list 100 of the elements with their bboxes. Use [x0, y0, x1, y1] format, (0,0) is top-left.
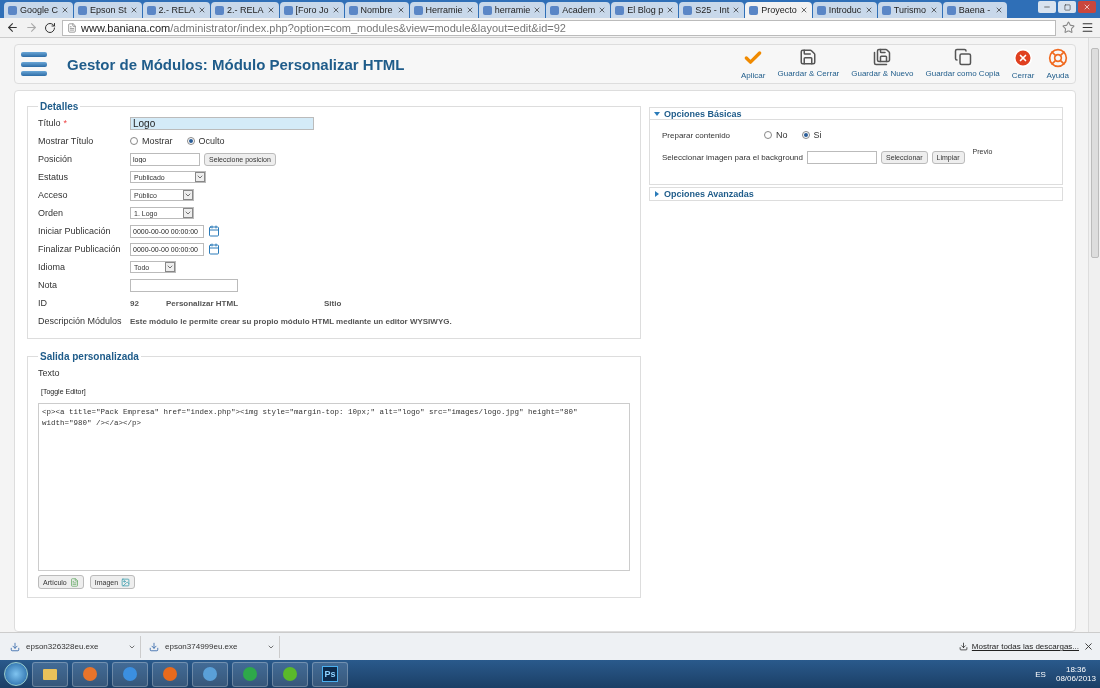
text-field[interactable] [130, 278, 238, 292]
taskbar-app-button[interactable] [192, 661, 228, 687]
app-icon [82, 666, 98, 682]
app-icon [122, 666, 138, 682]
menu-icon[interactable] [1081, 21, 1094, 34]
taskbar-app-button[interactable] [32, 661, 68, 687]
field-label: Seleccionar imagen para el background [662, 152, 803, 162]
close-button[interactable] [1078, 1, 1096, 13]
show-all-downloads-link[interactable]: Mostrar todas las descargas... [958, 642, 1079, 651]
toolbar-button[interactable]: Ayuda [1046, 48, 1069, 80]
close-icon[interactable] [598, 6, 607, 14]
page-icon [348, 5, 358, 15]
close-icon [1083, 3, 1091, 11]
star-icon[interactable] [1062, 21, 1075, 34]
triangle-icon [654, 110, 660, 117]
taskbar-app-button[interactable]: Ps [312, 661, 348, 687]
field-label: Iniciar Publicación [38, 226, 112, 236]
save-icon [873, 48, 892, 66]
browser-tab[interactable]: S25 - Int [679, 2, 745, 18]
app-icon [242, 666, 258, 682]
field-label: Idioma [38, 262, 66, 272]
calendar-icon[interactable] [208, 225, 220, 237]
close-icon[interactable] [994, 6, 1003, 14]
browser-tab[interactable]: Baena - [942, 2, 1007, 18]
browser-tab[interactable]: 2.- RELA [211, 2, 279, 18]
close-icon[interactable] [864, 6, 873, 14]
folder-icon [42, 666, 58, 682]
clock[interactable]: 18:36 08/06/2013 [1055, 665, 1096, 683]
maximize-button[interactable] [1058, 1, 1076, 13]
info-text: 92 [130, 298, 140, 308]
browser-tab[interactable]: Herramie [409, 2, 478, 18]
browser-tab[interactable]: Nombre [344, 2, 409, 18]
field-label: Mostrar Título [38, 136, 95, 146]
download-item[interactable]: epson374999eu.exe [145, 635, 280, 658]
radio-option[interactable]: Si [801, 130, 822, 140]
radio-button[interactable] [764, 131, 772, 139]
calendar-icon[interactable] [208, 243, 220, 255]
close-icon[interactable] [266, 6, 275, 14]
browser-tab[interactable]: Proyecto [745, 2, 812, 18]
browser-tab[interactable]: Academ [546, 2, 611, 18]
required-mark: * [63, 118, 68, 128]
field-label: Nota [38, 280, 58, 290]
taskbar-app-button[interactable] [272, 661, 308, 687]
taskbar-app-button[interactable] [232, 661, 268, 687]
fieldset-legend: Salida personalizada [38, 351, 141, 362]
taskbar-app-button[interactable] [112, 661, 148, 687]
close-icon[interactable] [465, 6, 474, 14]
field-label: Finalizar Publicación [38, 244, 122, 254]
close-icon[interactable] [198, 6, 207, 14]
close-icon[interactable] [1083, 641, 1094, 652]
page-icon [8, 5, 17, 15]
reload-icon[interactable] [44, 21, 56, 34]
radio-button[interactable] [130, 137, 138, 145]
field-label: Estatus [38, 172, 69, 182]
back-icon[interactable] [6, 21, 19, 34]
toolbar-button[interactable]: Guardar como Copia [925, 48, 1000, 80]
radio-option[interactable]: Oculto [186, 136, 225, 146]
close-icon[interactable] [396, 6, 405, 14]
toolbar-button[interactable]: Cerrar [1011, 48, 1035, 80]
close-icon[interactable] [732, 6, 741, 14]
browser-tab[interactable]: herramie [478, 2, 546, 18]
browser-tab[interactable]: Introduc [812, 2, 877, 18]
radio-button[interactable] [801, 131, 810, 139]
browser-tab[interactable]: El Blog p [611, 2, 679, 18]
close-icon[interactable] [799, 6, 808, 14]
caret-icon [166, 263, 174, 271]
radio-button[interactable] [186, 137, 195, 145]
page-icon [78, 5, 88, 15]
taskbar-app-button[interactable] [152, 661, 188, 687]
browser-tab[interactable]: 2.- RELA [142, 2, 211, 18]
triangle-icon [654, 191, 660, 197]
close-icon[interactable] [533, 6, 542, 14]
radio-label: Mostrar [142, 136, 173, 146]
close-icon[interactable] [61, 6, 70, 14]
browser-tab[interactable]: Epson St [74, 2, 142, 18]
text-field[interactable]: Logo [130, 116, 314, 130]
close-icon[interactable] [929, 6, 938, 14]
radio-option[interactable]: No [764, 130, 788, 140]
download-item[interactable]: epson326328eu.exe [6, 635, 141, 658]
app-icon [282, 666, 298, 682]
toolbar-button[interactable]: Guardar & Cerrar [777, 48, 840, 80]
close-icon[interactable] [331, 6, 340, 14]
radio-option[interactable]: Mostrar [130, 136, 173, 146]
close-icon[interactable] [129, 6, 138, 14]
browser-tab[interactable]: Google C [4, 2, 74, 18]
scrollbar[interactable] [1088, 38, 1100, 632]
start-button[interactable] [4, 662, 28, 686]
language-indicator[interactable]: ES [1035, 669, 1046, 679]
lifebuoy-icon [1047, 48, 1068, 68]
app-icon [162, 666, 178, 682]
toolbar-button[interactable]: Aplicar [741, 48, 766, 80]
taskbar-app-button[interactable] [72, 661, 108, 687]
panel-header[interactable]: Opciones Básicas [650, 108, 1062, 120]
close-icon [1013, 48, 1034, 68]
address-bar[interactable]: www.baniana.com/administrator/index.php?option=com_modules&view=module&layout=edit&id=92 [62, 19, 1056, 36]
browser-tab[interactable]: Turismo [877, 2, 942, 18]
close-icon[interactable] [666, 6, 675, 14]
browser-tab[interactable]: [Foro Jo [279, 2, 344, 18]
text-field[interactable] [807, 150, 877, 164]
toolbar-button[interactable]: Guardar & Nuevo [851, 48, 914, 80]
